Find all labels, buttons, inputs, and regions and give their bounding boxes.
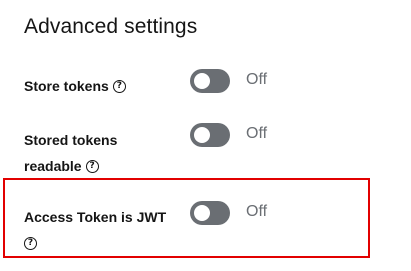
help-icon[interactable]: ? bbox=[24, 236, 37, 250]
store-tokens-toggle[interactable] bbox=[190, 69, 230, 93]
setting-label-line2-wrap: readable? bbox=[24, 154, 117, 178]
toggle-knob bbox=[194, 205, 210, 221]
toggle-knob bbox=[194, 73, 210, 89]
setting-label-text: Access Token is JWT bbox=[24, 209, 167, 225]
help-icon[interactable]: ? bbox=[112, 79, 126, 93]
setting-label-access-token-jwt: Access Token is JWT ? bbox=[24, 205, 166, 255]
setting-label-text: Store tokens bbox=[24, 78, 109, 94]
access-token-jwt-toggle[interactable] bbox=[190, 201, 230, 225]
access-token-jwt-state: Off bbox=[246, 203, 268, 220]
toggle-knob bbox=[194, 127, 210, 143]
stored-tokens-readable-toggle[interactable] bbox=[190, 123, 230, 147]
setting-label-line2: readable bbox=[24, 158, 82, 174]
advanced-settings-panel: Advanced settings Store tokens? Off Stor… bbox=[0, 0, 411, 271]
store-tokens-state: Off bbox=[246, 71, 268, 88]
setting-label-line1: Stored tokens bbox=[24, 132, 118, 148]
section-title: Advanced settings bbox=[24, 15, 198, 38]
setting-label-store-tokens: Store tokens? bbox=[24, 74, 126, 98]
help-wrap: ? bbox=[20, 231, 166, 255]
help-icon[interactable]: ? bbox=[85, 159, 99, 173]
setting-label-stored-tokens-readable: Stored tokens readable? bbox=[24, 128, 117, 178]
stored-tokens-readable-state: Off bbox=[246, 125, 268, 142]
